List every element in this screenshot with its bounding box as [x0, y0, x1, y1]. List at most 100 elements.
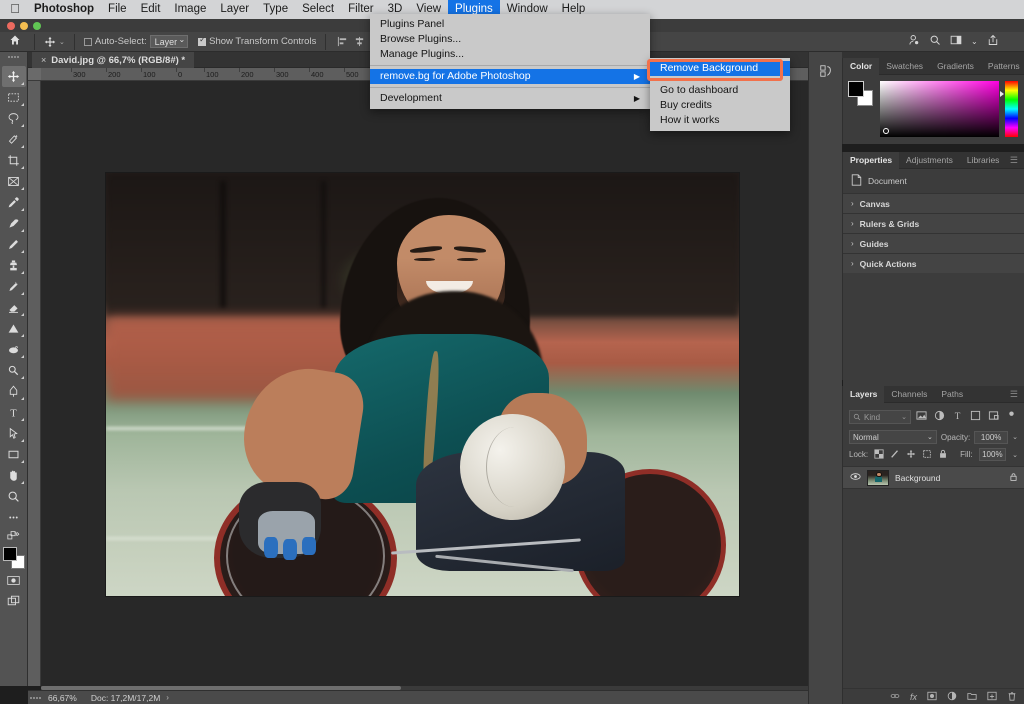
tool-rectangular-marquee[interactable]	[2, 87, 26, 108]
menu-item-file[interactable]: File	[101, 0, 134, 19]
new-group-icon[interactable]	[967, 688, 977, 704]
chevron-down-icon[interactable]: ⌄	[927, 433, 933, 441]
tab-properties[interactable]: Properties	[843, 151, 900, 169]
submenu-item-how-it-works[interactable]: How it works	[650, 113, 790, 128]
document-image[interactable]	[105, 172, 740, 597]
maximize-window-button[interactable]	[33, 21, 41, 30]
shape-filter-icon[interactable]	[970, 408, 981, 426]
delete-layer-icon[interactable]	[1007, 688, 1017, 704]
fill-value[interactable]: 100%	[978, 448, 1007, 461]
chevron-down-icon[interactable]: ⌄	[971, 37, 978, 46]
panel-menu-icon[interactable]: ☰	[1010, 155, 1024, 166]
status-expand-arrow[interactable]: ›	[166, 693, 169, 702]
link-layers-icon[interactable]	[890, 688, 900, 704]
tool-dodge[interactable]	[2, 360, 26, 381]
history-panel-icon[interactable]	[816, 62, 836, 80]
tab-channels[interactable]: Channels	[884, 386, 934, 403]
tool-edit-toolbar[interactable]	[2, 507, 26, 528]
workspace-icon[interactable]	[950, 33, 962, 51]
tab-libraries[interactable]: Libraries	[960, 152, 1007, 169]
menu-item-manage-plugins[interactable]: Manage Plugins...	[370, 47, 650, 62]
export-icon[interactable]	[987, 33, 999, 51]
tool-rectangle[interactable]	[2, 444, 26, 465]
lock-artboard-icon[interactable]	[922, 449, 932, 461]
smartobject-filter-icon[interactable]	[988, 408, 999, 426]
submenu-item-remove-background[interactable]: Remove Background	[650, 61, 790, 76]
zoom-level[interactable]: 66,67%	[42, 693, 85, 703]
chevron-down-icon[interactable]: ⌄	[1012, 433, 1018, 441]
tool-quick-selection[interactable]	[2, 129, 26, 150]
foreground-color-swatch[interactable]	[2, 547, 17, 561]
tab-paths[interactable]: Paths	[934, 386, 970, 403]
tab-color[interactable]: Color	[843, 57, 880, 75]
tool-eyedropper[interactable]	[2, 192, 26, 213]
auto-select-checkbox[interactable]	[83, 37, 92, 46]
panel-menu-icon[interactable]: ☰	[1010, 389, 1024, 400]
home-icon[interactable]	[0, 34, 30, 49]
adjustment-filter-icon[interactable]	[934, 408, 945, 426]
tab-swatches[interactable]: Swatches	[879, 58, 930, 75]
submenu-item-go-to-dashboard[interactable]: Go to dashboard	[650, 83, 790, 98]
minimize-window-button[interactable]	[20, 21, 28, 30]
quick-mask-icon[interactable]	[2, 570, 26, 591]
document-tab[interactable]: × David.jpg @ 66,7% (RGB/8#) *	[32, 52, 195, 68]
properties-section-canvas[interactable]: › Canvas	[843, 193, 1024, 213]
color-panel-swatches[interactable]	[848, 81, 874, 107]
tool-type[interactable]: T	[2, 402, 26, 423]
layer-name[interactable]: Background	[895, 473, 940, 483]
tool-frame[interactable]	[2, 171, 26, 192]
show-transform-controls-option[interactable]: Show Transform Controls	[193, 35, 321, 47]
foreground-color-swatch[interactable]	[848, 81, 864, 97]
tool-gradient[interactable]	[2, 318, 26, 339]
close-window-button[interactable]	[7, 21, 15, 30]
adjustment-layer-icon[interactable]	[947, 688, 957, 704]
tab-layers[interactable]: Layers	[843, 385, 885, 403]
menu-item-type[interactable]: Type	[256, 0, 295, 19]
toggle-filter-icon[interactable]	[1006, 408, 1017, 426]
move-tool-indicator[interactable]: ⌄	[39, 36, 70, 48]
tool-path-selection[interactable]	[2, 423, 26, 444]
blend-mode-dropdown[interactable]: Normal ⌄	[849, 430, 937, 444]
add-mask-icon[interactable]	[927, 688, 937, 704]
chevron-down-icon[interactable]: ⌄	[59, 38, 65, 46]
tab-gradients[interactable]: Gradients	[930, 58, 981, 75]
search-icon[interactable]	[929, 33, 941, 51]
tool-brush[interactable]	[2, 234, 26, 255]
tool-eraser[interactable]	[2, 297, 26, 318]
lock-position-icon[interactable]	[906, 449, 916, 461]
menu-item-browse-plugins[interactable]: Browse Plugins...	[370, 32, 650, 47]
swap-colors-icon[interactable]	[2, 528, 26, 544]
tab-adjustments[interactable]: Adjustments	[899, 152, 960, 169]
menu-item-development[interactable]: Development ▶	[370, 91, 650, 106]
close-icon[interactable]: ×	[41, 55, 46, 65]
menu-item-layer[interactable]: Layer	[213, 0, 256, 19]
layer-styles-icon[interactable]: fx	[910, 692, 917, 702]
auto-select-scope-dropdown[interactable]: Layer	[149, 34, 189, 48]
type-filter-icon[interactable]: T	[952, 408, 963, 426]
color-field[interactable]	[880, 81, 999, 137]
show-transform-checkbox[interactable]	[198, 35, 207, 46]
screen-mode-icon[interactable]	[2, 591, 26, 612]
lock-all-icon[interactable]	[938, 449, 948, 461]
tool-crop[interactable]	[2, 150, 26, 171]
hue-slider[interactable]	[1000, 81, 1018, 137]
canvas-area[interactable]	[41, 81, 808, 686]
align-center-horizontal-icon[interactable]	[354, 36, 365, 47]
opacity-value[interactable]: 100%	[974, 430, 1009, 444]
tool-lasso[interactable]	[2, 108, 26, 129]
layer-row-background[interactable]: Background	[843, 467, 1024, 489]
menu-item-image[interactable]: Image	[167, 0, 213, 19]
lock-image-icon[interactable]	[890, 449, 900, 461]
tool-blur[interactable]	[2, 339, 26, 360]
align-left-icon[interactable]	[337, 36, 348, 47]
menu-item-removebg-for-photoshop[interactable]: remove.bg for Adobe Photoshop ▶	[370, 69, 650, 84]
tab-patterns[interactable]: Patterns	[981, 58, 1024, 75]
tool-pen[interactable]	[2, 381, 26, 402]
menu-item-edit[interactable]: Edit	[134, 0, 168, 19]
color-swatches[interactable]	[2, 546, 26, 570]
auto-select-option[interactable]: Auto-Select: Layer	[79, 34, 193, 48]
layer-kind-filter[interactable]: Kind ⌄	[849, 410, 911, 424]
tool-hand[interactable]	[2, 465, 26, 486]
tool-spot-healing-brush[interactable]	[2, 213, 26, 234]
menu-item-plugins-panel[interactable]: Plugins Panel	[370, 17, 650, 32]
